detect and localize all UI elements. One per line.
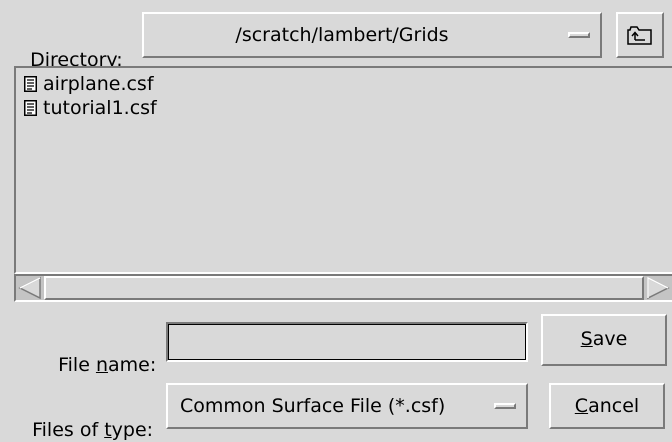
scroll-right-arrow-icon[interactable]: [646, 276, 670, 300]
file-list[interactable]: airplane.csf tutorial1.csf: [14, 66, 672, 274]
file-name-text: airplane.csf: [43, 73, 154, 95]
file-name-text: tutorial1.csf: [43, 97, 157, 119]
folder-up-icon: [627, 26, 652, 45]
directory-label: Directory:: [18, 24, 123, 72]
cancel-button-label: ancel: [588, 395, 640, 417]
files-of-type-label-mnemonic: t: [104, 419, 112, 441]
cancel-button[interactable]: Cancel: [549, 383, 665, 429]
dropdown-indicator-icon: [568, 32, 590, 38]
directory-dropdown[interactable]: /scratch/lambert/Grids: [142, 12, 602, 58]
scroll-left-arrow-icon[interactable]: [18, 276, 42, 300]
file-name-label-prefix: File: [58, 354, 96, 376]
file-name-label-mnemonic: n: [95, 354, 108, 376]
save-button-mnemonic: S: [580, 328, 593, 350]
file-name-field[interactable]: [166, 322, 528, 362]
files-of-type-dropdown[interactable]: Common Surface File (*.csf): [166, 383, 528, 429]
files-of-type-label: Files of type:: [20, 394, 153, 442]
document-icon: [24, 76, 37, 92]
horizontal-scrollbar[interactable]: [14, 274, 672, 302]
files-of-type-label-prefix: Files of: [32, 419, 105, 441]
save-button[interactable]: Save: [541, 314, 667, 366]
list-item[interactable]: tutorial1.csf: [24, 96, 157, 120]
files-of-type-selected: Common Surface File (*.csf): [180, 395, 446, 417]
files-of-type-label-rest: ype:: [111, 419, 154, 441]
parent-directory-button[interactable]: [616, 12, 664, 58]
scrollbar-thumb[interactable]: [44, 276, 644, 300]
save-button-label: ave: [592, 328, 628, 350]
file-name-label-rest: ame:: [107, 354, 157, 376]
directory-path: /scratch/lambert/Grids: [235, 24, 449, 46]
cancel-button-mnemonic: C: [574, 395, 589, 417]
list-item[interactable]: airplane.csf: [24, 72, 154, 96]
file-name-label: File name:: [46, 329, 156, 377]
dropdown-indicator-icon: [494, 403, 516, 409]
document-icon: [24, 100, 37, 116]
